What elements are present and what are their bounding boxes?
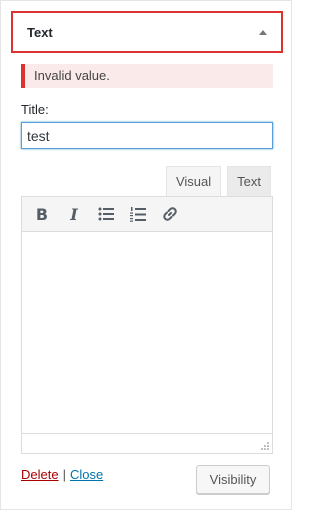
title-label: Title: [21,102,49,117]
toggle-arrow-icon[interactable] [259,29,267,35]
bulleted-list-icon[interactable] [92,200,120,228]
italic-icon[interactable]: I [60,200,88,228]
numbered-list-icon[interactable] [124,200,152,228]
link-icon[interactable] [156,200,184,228]
editor-toolbar: B I [22,197,272,232]
text-widget: Text Invalid value. Title: Visual Text B… [0,0,292,510]
action-separator: | [62,467,66,482]
close-link[interactable]: Close [70,467,103,482]
bold-icon[interactable]: B [28,200,56,228]
editor-tabs: Visual Text [165,166,271,196]
widget-title: Text [27,24,53,40]
widget-header[interactable]: Text [11,11,283,53]
editor-content-area[interactable] [22,232,272,432]
tab-visual[interactable]: Visual [165,166,222,196]
visibility-button[interactable]: Visibility [196,465,270,494]
title-input[interactable] [21,122,273,149]
tab-text[interactable]: Text [227,166,271,196]
editor: B I [21,196,273,454]
editor-statusbar [22,433,272,453]
delete-link[interactable]: Delete [21,467,59,482]
widget-control-actions: Delete | Close [21,467,103,482]
resize-handle-icon[interactable] [261,442,269,450]
error-notice: Invalid value. [21,64,273,88]
